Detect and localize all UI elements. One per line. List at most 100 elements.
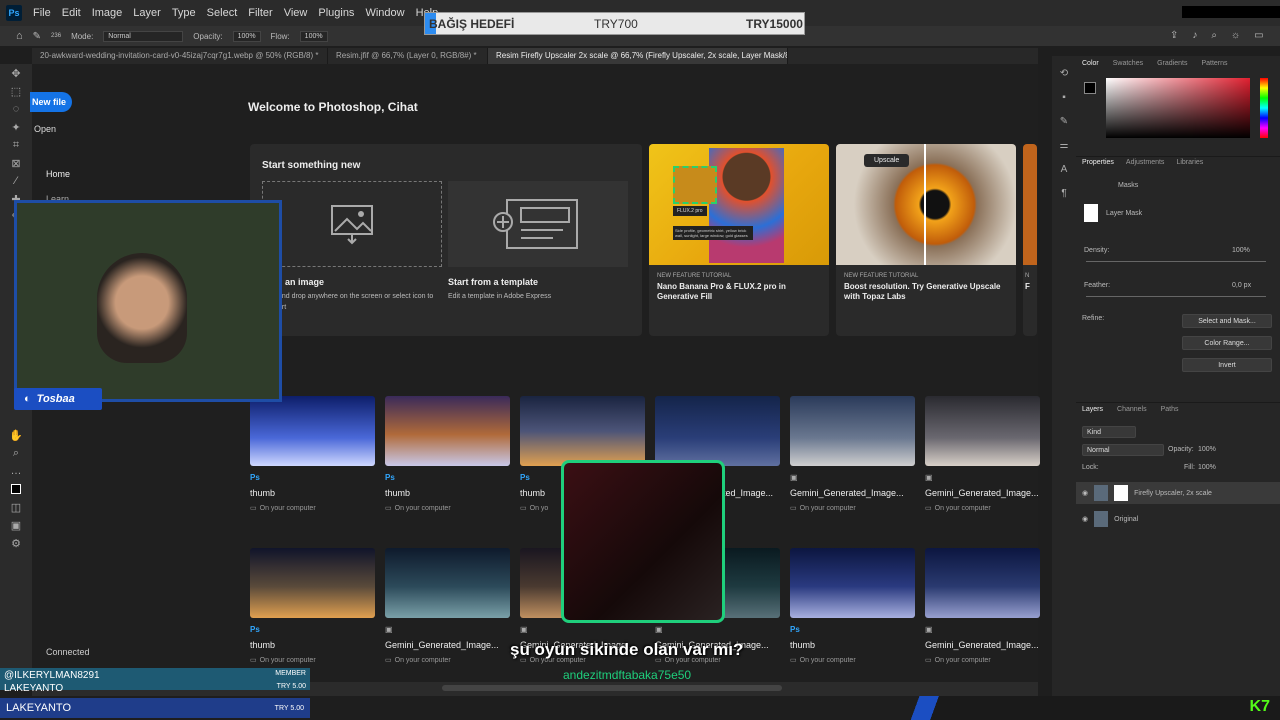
tab-channels[interactable]: Channels xyxy=(1117,406,1147,413)
search-icon[interactable]: ⌕ xyxy=(1211,30,1217,41)
menu-select[interactable]: Select xyxy=(207,7,238,19)
file-type-image-icon: ▣ xyxy=(520,625,528,634)
lasso-tool-icon[interactable]: ◌ xyxy=(0,100,32,118)
new-file-button[interactable]: New file xyxy=(30,92,72,112)
menu-file[interactable]: File xyxy=(33,7,51,19)
brush-settings-icon[interactable]: ✎ xyxy=(1052,110,1076,134)
frame-tool-icon[interactable]: ⊠ xyxy=(0,154,32,172)
invert-button[interactable]: Invert xyxy=(1182,358,1272,372)
file-location: ▭ On your computer xyxy=(250,504,375,513)
opacity-input[interactable]: 100% xyxy=(232,30,261,42)
nav-home[interactable]: Home xyxy=(46,169,70,179)
kind-filter-select[interactable]: Kind xyxy=(1082,426,1136,438)
recent-file-card[interactable]: Ps thumb ▭ On your computer xyxy=(790,548,915,664)
tutorial-3-image xyxy=(1023,144,1037,265)
tab-document-2[interactable]: Resim.jfif @ 66,7% (Layer 0, RGB/8#) * xyxy=(328,48,488,64)
mode-select[interactable]: Normal xyxy=(103,30,184,42)
recent-file-card[interactable]: ▣ Gemini_Generated_Image... ▭ On your compu… xyxy=(790,396,915,512)
quick-mask-icon[interactable]: ◫ xyxy=(0,498,32,516)
tab-color[interactable]: Color xyxy=(1082,60,1099,67)
open-image-title: l an image xyxy=(280,277,325,287)
tab-adjustments[interactable]: Adjustments xyxy=(1126,159,1165,166)
open-image-dropzone[interactable] xyxy=(262,181,442,267)
visibility-eye-icon[interactable]: ◉ xyxy=(1082,489,1088,497)
tutorial-card-2[interactable]: Upscale NEW FEATURE TUTORIAL Boost resol… xyxy=(836,144,1016,336)
layers-tabs: Layers Channels Paths xyxy=(1076,402,1280,416)
open-button[interactable]: Open xyxy=(34,124,56,134)
select-and-mask-button[interactable]: Select and Mask... xyxy=(1182,314,1272,328)
upscale-button[interactable]: Upscale xyxy=(864,154,910,167)
menu-window[interactable]: Window xyxy=(365,7,404,19)
recent-file-card[interactable]: Ps thumb ▭ On your computer xyxy=(250,548,375,664)
tab-patterns[interactable]: Patterns xyxy=(1201,60,1227,67)
screen-mode-icon[interactable]: ▣ xyxy=(0,516,32,534)
move-tool-icon[interactable]: ✥ xyxy=(0,64,32,82)
menu-layer[interactable]: Layer xyxy=(133,7,161,19)
brush-size[interactable]: 236 xyxy=(51,33,61,39)
foreground-color-swatch[interactable] xyxy=(1084,82,1096,94)
eyedropper-icon[interactable]: ⁄ xyxy=(0,172,32,190)
tab-paths[interactable]: Paths xyxy=(1161,406,1179,413)
character-icon[interactable]: A xyxy=(1052,158,1076,182)
feather-slider[interactable] xyxy=(1086,296,1266,297)
layer-row-upscaler[interactable]: ◉ Firefly Upscaler, 2x scale xyxy=(1076,482,1280,504)
color-swatch-icon[interactable] xyxy=(0,480,32,498)
adjust-icon[interactable]: ⚌ xyxy=(1052,134,1076,158)
tab-document-1[interactable]: 20-awkward-wedding-invitation-card-v0-45… xyxy=(32,48,328,64)
sun-icon[interactable]: ☼ xyxy=(1231,30,1240,41)
recent-file-card[interactable]: ▣ Gemini_Generated_Image... ▭ On your compu… xyxy=(925,548,1040,664)
tutorial-card-1[interactable]: FLUX.2 pro Side profile, geometric shirt… xyxy=(649,144,829,336)
bell-icon[interactable]: ♪ xyxy=(1192,30,1197,41)
recent-file-card[interactable]: Ps thumb ▭ On your computer xyxy=(385,396,510,512)
recent-file-card[interactable]: ▣ Gemini_Generated_Image... ▭ On your compu… xyxy=(925,396,1040,512)
share-icon[interactable]: ⇪ xyxy=(1170,30,1178,41)
tab-gradients[interactable]: Gradients xyxy=(1157,60,1187,67)
density-value[interactable]: 100% xyxy=(1232,247,1250,254)
tab-swatches[interactable]: Swatches xyxy=(1113,60,1143,67)
more-tools-icon[interactable]: … xyxy=(0,462,32,480)
crop-tool-icon[interactable]: ⌗ xyxy=(0,136,32,154)
visibility-eye-icon[interactable]: ◉ xyxy=(1082,515,1088,523)
layer-opacity-value[interactable]: 100% xyxy=(1198,446,1216,453)
marquee-tool-icon[interactable]: ⬚ xyxy=(0,82,32,100)
flux-badge: FLUX.2 pro xyxy=(673,206,707,216)
layer-row-original[interactable]: ◉ Original xyxy=(1076,508,1280,530)
template-icon xyxy=(493,199,578,249)
recent-file-card[interactable]: ▣ Gemini_Generated_Image... ▭ On your compu… xyxy=(385,548,510,664)
file-location-text: On your computer xyxy=(394,656,451,664)
tab-libraries[interactable]: Libraries xyxy=(1176,159,1203,166)
layer-mask-thumbnail[interactable] xyxy=(1114,485,1129,501)
paragraph-icon[interactable]: ¶ xyxy=(1052,182,1076,206)
color-range-button[interactable]: Color Range... xyxy=(1182,336,1272,350)
menu-image[interactable]: Image xyxy=(92,7,123,19)
density-slider[interactable] xyxy=(1086,261,1266,262)
history-icon[interactable]: ⟲ xyxy=(1052,62,1076,86)
edit-toolbar-icon[interactable]: ⚙ xyxy=(0,534,32,552)
feather-value[interactable]: 0,0 px xyxy=(1232,282,1251,289)
color-field[interactable] xyxy=(1106,78,1250,138)
horizontal-scrollbar[interactable] xyxy=(442,685,782,691)
template-card[interactable] xyxy=(448,181,628,267)
hue-slider[interactable] xyxy=(1260,78,1268,138)
menu-filter[interactable]: Filter xyxy=(248,7,272,19)
menu-plugins[interactable]: Plugins xyxy=(318,7,354,19)
donation-alert-bar: LAKEYANTO TRY 5.00 xyxy=(0,698,310,718)
fill-value[interactable]: 100% xyxy=(1198,464,1216,471)
menu-view[interactable]: View xyxy=(284,7,308,19)
tab-document-3[interactable]: Resim Firefly Upscaler 2x scale @ 66,7% … xyxy=(488,48,788,64)
tab-layers[interactable]: Layers xyxy=(1082,406,1103,413)
hand-tool-icon[interactable]: ✋ xyxy=(0,426,32,444)
blend-mode-select[interactable]: Normal xyxy=(1082,444,1164,456)
brush-tool-icon[interactable]: ✎ xyxy=(33,31,41,42)
workspace-icon[interactable]: ▭ xyxy=(1254,30,1263,41)
home-icon[interactable]: ⌂ xyxy=(16,30,23,42)
zoom-tool-icon[interactable]: ⌕ xyxy=(0,444,32,462)
flow-input[interactable]: 100% xyxy=(299,30,328,42)
tab-properties[interactable]: Properties xyxy=(1082,159,1114,166)
menu-edit[interactable]: Edit xyxy=(62,7,81,19)
menu-type[interactable]: Type xyxy=(172,7,196,19)
tutorial-card-3[interactable]: N F xyxy=(1023,144,1037,336)
recent-file-card[interactable]: Ps thumb ▭ On your computer xyxy=(250,396,375,512)
comments-icon[interactable]: ▪ xyxy=(1052,86,1076,110)
magic-wand-icon[interactable]: ✦ xyxy=(0,118,32,136)
